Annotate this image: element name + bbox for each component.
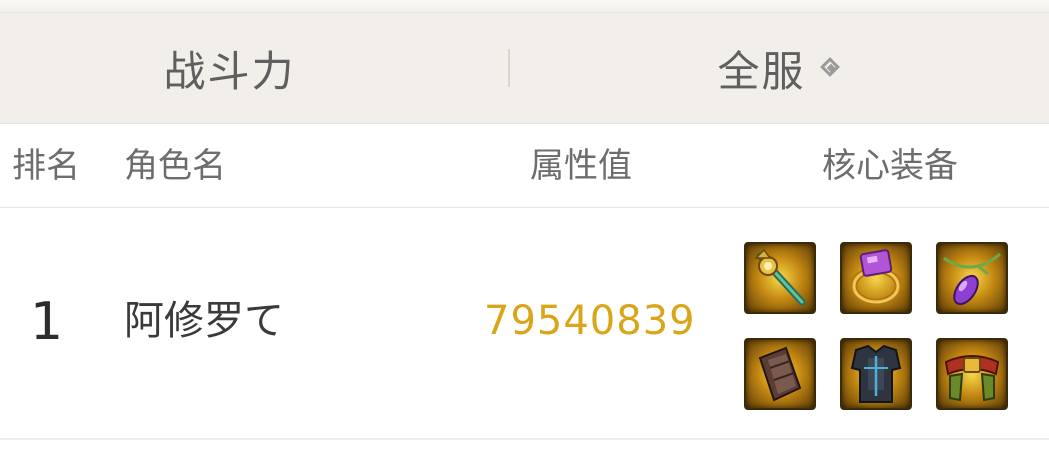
row-rank: 1: [30, 292, 64, 352]
purple-gem-ring-icon[interactable]: [840, 242, 912, 314]
category-filter-button[interactable]: 战斗力: [0, 13, 509, 123]
dark-armor-icon[interactable]: [840, 338, 912, 410]
leather-bracer-icon[interactable]: [744, 338, 816, 410]
header-rank: 排名: [12, 146, 80, 186]
row-character-name: 阿修罗て: [124, 298, 284, 344]
table-header: 排名 角色名 属性值 核心装备: [0, 124, 1049, 208]
header-name: 角色名: [124, 146, 226, 186]
table-row[interactable]: 1 阿修罗て 79540839: [0, 208, 1049, 440]
top-strip: [0, 0, 1049, 12]
amethyst-necklace-icon[interactable]: [936, 242, 1008, 314]
server-filter-label: 全服: [717, 46, 806, 96]
diamond-dropdown-icon: [820, 57, 842, 79]
server-filter-dropdown[interactable]: 全服: [510, 13, 1049, 123]
filter-bar: 战斗力 全服: [0, 12, 1049, 124]
red-gold-belt-icon[interactable]: [936, 338, 1008, 410]
row-attribute-value: 79540839: [484, 298, 696, 344]
header-attribute-value: 属性值: [530, 146, 632, 186]
staff-icon[interactable]: [744, 242, 816, 314]
core-equipment-grid: [744, 242, 1010, 414]
ranking-page: 战斗力 全服 排名 角色名 属性值 核心装备 1 阿修罗て 79540839: [0, 0, 1049, 456]
category-filter-label: 战斗力: [163, 46, 296, 96]
header-core-equipment: 核心装备: [822, 146, 958, 186]
